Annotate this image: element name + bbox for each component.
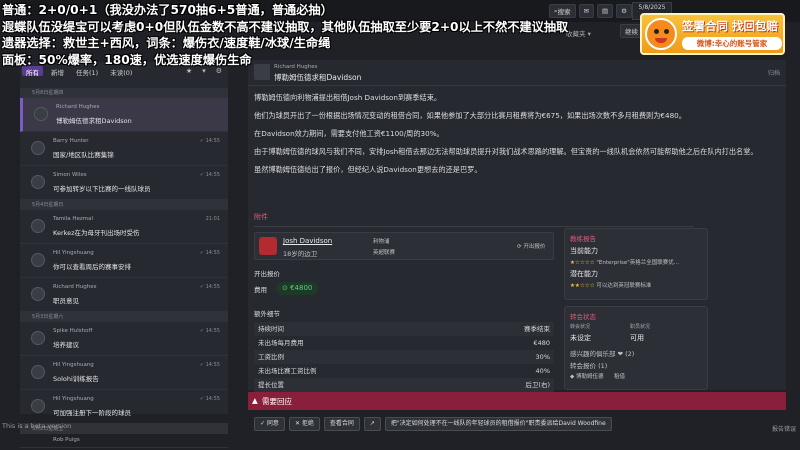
- list-item[interactable]: Simon Wiles 可参加转岁以下比赛的一线队球员 ✓ 14:55: [20, 166, 228, 200]
- list-item[interactable]: Rob Puigs: [20, 434, 228, 448]
- avatar: [31, 365, 45, 379]
- fee-value: ⊙ €4800: [276, 282, 319, 295]
- date-group: 5月4日星期日: [20, 200, 228, 210]
- offer-label: 开出报价: [254, 270, 280, 278]
- table-row: 未出场每月费用 €480: [258, 339, 550, 347]
- table-row: 工资比例 30%: [254, 350, 554, 364]
- filter-icon[interactable]: ▾: [202, 67, 206, 75]
- money-icon: ⊙: [282, 284, 291, 292]
- overlay-line: 遐蝶队伍没缇宝可以考虑0+0但队伍金数不高不建议抽取，其他队伍抽取至少要2+0以…: [2, 19, 569, 34]
- overlay-line: 遗器选择：救世主+西风，词条：爆伤衣/速度鞋/冰球/生命绳: [2, 36, 331, 50]
- offer-row[interactable]: ◆ 博勒姆伍德 租借: [565, 370, 707, 380]
- transfer-offers[interactable]: 转会报价 (1): [565, 358, 707, 370]
- message-body: 博勒姆伍德向利物浦提出租借Josh Davidson到赛季结束。 他们为球员开出…: [254, 93, 758, 174]
- table-row: 提长位置 后卫(右): [254, 378, 554, 392]
- table-row: 持续时间 赛季结束: [254, 322, 554, 336]
- ad-subtitle: 微博:幸心的账号管家: [682, 37, 782, 50]
- transfer-status-panel: 转会状态 转会状况 未设定 职员状况 可用 感兴趣的俱乐部 ❤ (2) 转会报价…: [564, 306, 708, 390]
- interested-clubs[interactable]: 感兴趣的俱乐部 ❤ (2): [565, 343, 707, 358]
- notes-icon: ▤: [602, 7, 609, 15]
- avatar: [31, 175, 45, 189]
- delegate-button[interactable]: 把"决定如何处理不在一线队的年轻球员的租借报价"职责委派给David Woodf…: [384, 417, 612, 431]
- list-item[interactable]: Hil Yingshuang Solohi训练报告 ✓ 14:55: [20, 356, 228, 390]
- inbox-button[interactable]: ✉: [578, 4, 595, 18]
- reject-button[interactable]: ✕ 拒绝: [288, 417, 320, 431]
- avatar: [31, 287, 45, 301]
- archive-button[interactable]: 归档: [768, 68, 780, 77]
- fee-label: 费用: [254, 286, 267, 294]
- player-club[interactable]: 利物浦: [373, 237, 390, 245]
- notes-button[interactable]: ▤: [597, 4, 614, 18]
- report-bug-link[interactable]: 报告错误: [772, 424, 796, 433]
- gear-icon[interactable]: ⚙: [216, 67, 222, 75]
- offer-status: ⟳ 开出报价: [517, 244, 546, 250]
- message-list: 5月8日星期四 Richard Hughes 博勒姆伍德求租Davidson B…: [20, 88, 228, 448]
- details-table: 持续时间 赛季结束 未出场每月费用 €480 工资比例 30% 未出场比赛工资比例 40…: [254, 322, 554, 392]
- inbox-list-panel: 所有 新增 任务(1) 未读(0) ★ ▾ ⚙ 5月8日星期四 Richard …: [20, 62, 228, 448]
- inbox-icon: ✉: [583, 7, 590, 15]
- star-rating-icon: ★☆☆☆☆: [570, 260, 597, 266]
- divider: [254, 226, 694, 227]
- accept-button[interactable]: ✓ 同意: [254, 417, 285, 431]
- table-row: 未出场比赛工资比例 40%: [258, 367, 550, 375]
- list-item[interactable]: Spike Hulshoff 培养建议 ✓ 14:55: [20, 322, 228, 356]
- player-photo: [259, 237, 277, 255]
- response-required-bar: ▲ 需要回应: [248, 392, 786, 410]
- gear-icon: ⚙: [621, 7, 627, 15]
- avatar: [31, 219, 45, 233]
- beta-notice: This is a beta version: [2, 422, 72, 430]
- ad-title: 签署合同 找回包赔: [682, 19, 779, 33]
- overlay-line: 面板：50%爆率，180速，优选速度爆伤生命: [2, 52, 252, 67]
- message-subject: 博勒姆伍德求租Davidson: [274, 73, 362, 82]
- star-rating-icon: ★★☆☆☆: [570, 283, 597, 289]
- attachment-label: 附件: [254, 213, 268, 221]
- avatar: [31, 331, 45, 345]
- list-item[interactable]: Hil Yingshuang 可加强注册下一阶段的球员 ✓ 14:55: [20, 390, 228, 424]
- list-item[interactable]: Barry Hunter 国家/地区队比赛集锦 ✓ 14:55: [20, 132, 228, 166]
- open-external-icon[interactable]: ↗: [363, 417, 381, 431]
- player-card[interactable]: Josh Davidson 18岁的边卫 利物浦 英超联赛 ⟳ 开出报价: [254, 232, 554, 260]
- list-item[interactable]: Richard Hughes 博勒姆伍德求租Davidson: [20, 98, 228, 132]
- favorites-menu[interactable]: 收藏夹 ▾: [566, 28, 591, 38]
- player-name-link[interactable]: Josh Davidson: [283, 237, 332, 245]
- avatar: [31, 399, 45, 413]
- list-item[interactable]: Richard Hughes 职员意见 ✓ 14:55: [20, 278, 228, 312]
- message-panel: Richard Hughes 博勒姆伍德求租Davidson 归档 博勒姆伍德向…: [248, 60, 786, 392]
- avatar: [34, 107, 48, 121]
- view-contract-button[interactable]: 查看合同: [323, 417, 360, 431]
- star-icon[interactable]: ★: [186, 67, 192, 75]
- ad-banner: 签署合同 找回包赔 微博:幸心的账号管家: [640, 13, 785, 55]
- mascot-icon: [645, 18, 677, 50]
- avatar: [31, 141, 45, 155]
- player-league: 英超联赛: [373, 250, 396, 256]
- list-item[interactable]: Hil Yingshuang 你可以查看周后的赛事安排 ✓ 14:55: [20, 244, 228, 278]
- stream-overlay-text: 普通：2+0/0+1（我没办法了570抽6+5普通，普通必抽） 遐蝶队伍没缇宝可…: [2, 2, 568, 68]
- date-group: 5月8日星期四: [20, 88, 228, 98]
- list-tools: ★ ▾ ⚙: [186, 67, 222, 75]
- settings-button[interactable]: ⚙: [616, 4, 632, 18]
- extra-details-label: 额外细节: [254, 310, 280, 318]
- action-buttons: ✓ 同意 ✕ 拒绝 查看合同 ↗ 把"决定如何处理不在一线队的年轻球员的租借报价…: [248, 414, 786, 434]
- list-item[interactable]: Tamila Hezmal Kerkez在为母牙刊出场时受伤 21:01: [20, 210, 228, 244]
- warning-icon: ▲: [252, 396, 258, 405]
- avatar: [31, 253, 45, 267]
- overlay-line: 普通：2+0/0+1（我没办法了570抽6+5普通，普通必抽）: [2, 3, 333, 17]
- scout-report-panel: 教练报告 当前能力 ★☆☆☆☆ "Enterprise"英格兰全国联赛优... …: [564, 228, 708, 300]
- date-group: 5月3日星期六: [20, 312, 228, 322]
- player-age: 18岁的边卫: [283, 250, 318, 258]
